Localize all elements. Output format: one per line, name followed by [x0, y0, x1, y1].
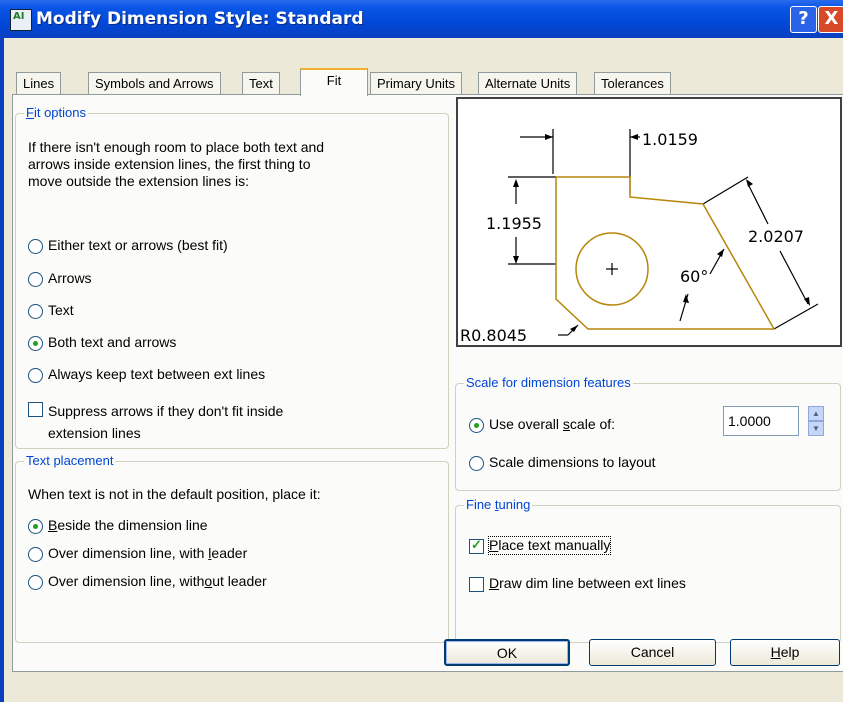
fit-description-line: arrows inside extension lines, the first… [28, 156, 311, 172]
radio-scale-to-layout[interactable] [469, 456, 484, 471]
tab-primary-units[interactable]: Primary Units [370, 72, 463, 94]
dimension-preview: 1.0159 1.1955 2.0207 60° R0.8045 [456, 97, 842, 347]
help-button[interactable]: Help [730, 639, 840, 666]
spin-down-button[interactable]: ▼ [808, 421, 824, 436]
tab-symbols-and-arrows[interactable]: Symbols and Arrows [88, 72, 221, 94]
suppress-label-line: extension lines [48, 425, 141, 441]
tab-lines[interactable]: Lines [16, 72, 62, 94]
close-button[interactable]: X [818, 6, 843, 33]
fit-options-title: Fit options [24, 105, 88, 120]
tab-tolerances[interactable]: Tolerances [594, 72, 671, 94]
dim-radius-text: R0.8045 [460, 326, 527, 345]
draw-dim-line-checkbox[interactable] [469, 577, 484, 592]
radio-over-without-leader-label[interactable]: Over dimension line, without leader [48, 573, 267, 590]
radio-over-with-leader-label[interactable]: Over dimension line, with leader [48, 545, 247, 562]
part-outline [555, 176, 776, 330]
suppress-arrows-checkbox[interactable] [28, 402, 43, 417]
radio-over-without-leader[interactable] [28, 575, 43, 590]
preview-drawing: 1.0159 1.1955 2.0207 60° R0.8045 [460, 129, 819, 345]
radio-beside-dim-line[interactable] [28, 519, 43, 534]
scale-title: Scale for dimension features [464, 375, 633, 390]
spin-up-button[interactable]: ▲ [808, 406, 824, 421]
fit-description-line: If there isn't enough room to place both… [28, 139, 325, 155]
place-text-manually-label[interactable]: Place text manually [487, 536, 612, 555]
tab-text[interactable]: Text [242, 72, 280, 94]
radio-over-with-leader[interactable] [28, 547, 43, 562]
title-bar[interactable]: AI Modify Dimension Style: Standard ? X [0, 0, 843, 38]
radio-keep-text-between[interactable] [28, 368, 43, 383]
suppress-label-line: Suppress arrows if they don't fit inside [48, 403, 284, 419]
window-title: Modify Dimension Style: Standard [36, 9, 364, 29]
app-icon: AI [10, 9, 32, 31]
suppress-arrows-label[interactable]: Suppress arrows if they don't fit inside… [48, 400, 283, 444]
fit-tab-panel: Fit options If there isn't enough room t… [12, 94, 843, 672]
tab-fit[interactable]: Fit [300, 68, 368, 96]
draw-dim-line-label[interactable]: Draw dim line between ext lines [489, 575, 686, 592]
dialog-body: Lines Symbols and Arrows Text Fit Primar… [0, 38, 843, 702]
text-placement-title: Text placement [24, 453, 116, 468]
fine-tuning-title: Fine tuning [464, 497, 533, 512]
radio-both-text-and-arrows[interactable] [28, 336, 43, 351]
text-placement-group: Text placement When text is not in the d… [15, 453, 449, 643]
radio-text[interactable] [28, 304, 43, 319]
fit-description: If there isn't enough room to place both… [28, 139, 324, 190]
dim-left-text: 1.1955 [486, 214, 542, 233]
radio-use-overall-scale[interactable] [469, 418, 484, 433]
radio-overall-scale-label[interactable]: Use overall scale of: [489, 416, 615, 433]
radio-scale-to-layout-label[interactable]: Scale dimensions to layout [489, 454, 656, 471]
app-icon-label: AI [13, 11, 25, 22]
place-text-manually-checkbox[interactable] [469, 537, 484, 554]
tab-alternate-units[interactable]: Alternate Units [478, 72, 578, 94]
radio-arrows-label[interactable]: Arrows [48, 270, 92, 287]
fine-tuning-group: Fine tuning Place text manually Draw dim… [455, 497, 841, 643]
overall-scale-input[interactable]: 1.0000 [723, 406, 799, 436]
radio-best-fit-label[interactable]: Either text or arrows (best fit) [48, 237, 228, 254]
ok-button[interactable]: OK [444, 639, 570, 666]
radio-best-fit[interactable] [28, 239, 43, 254]
radio-arrows[interactable] [28, 272, 43, 287]
radio-keep-text-label[interactable]: Always keep text between ext lines [48, 366, 265, 383]
dim-angle-text: 60° [680, 267, 708, 286]
radio-text-label[interactable]: Text [48, 302, 74, 319]
dim-right-text: 2.0207 [748, 227, 804, 246]
radio-both-label[interactable]: Both text and arrows [48, 334, 176, 351]
radio-beside-label[interactable]: Beside the dimension line [48, 517, 208, 534]
fit-options-group: Fit options If there isn't enough room t… [15, 105, 449, 449]
help-title-button[interactable]: ? [790, 6, 817, 33]
text-placement-description: When text is not in the default position… [28, 486, 321, 502]
dim-top-text: 1.0159 [642, 130, 698, 149]
cancel-button[interactable]: Cancel [589, 639, 716, 666]
scale-group: Scale for dimension features Use overall… [455, 375, 841, 491]
fit-description-line: move outside the extension lines is: [28, 173, 250, 189]
